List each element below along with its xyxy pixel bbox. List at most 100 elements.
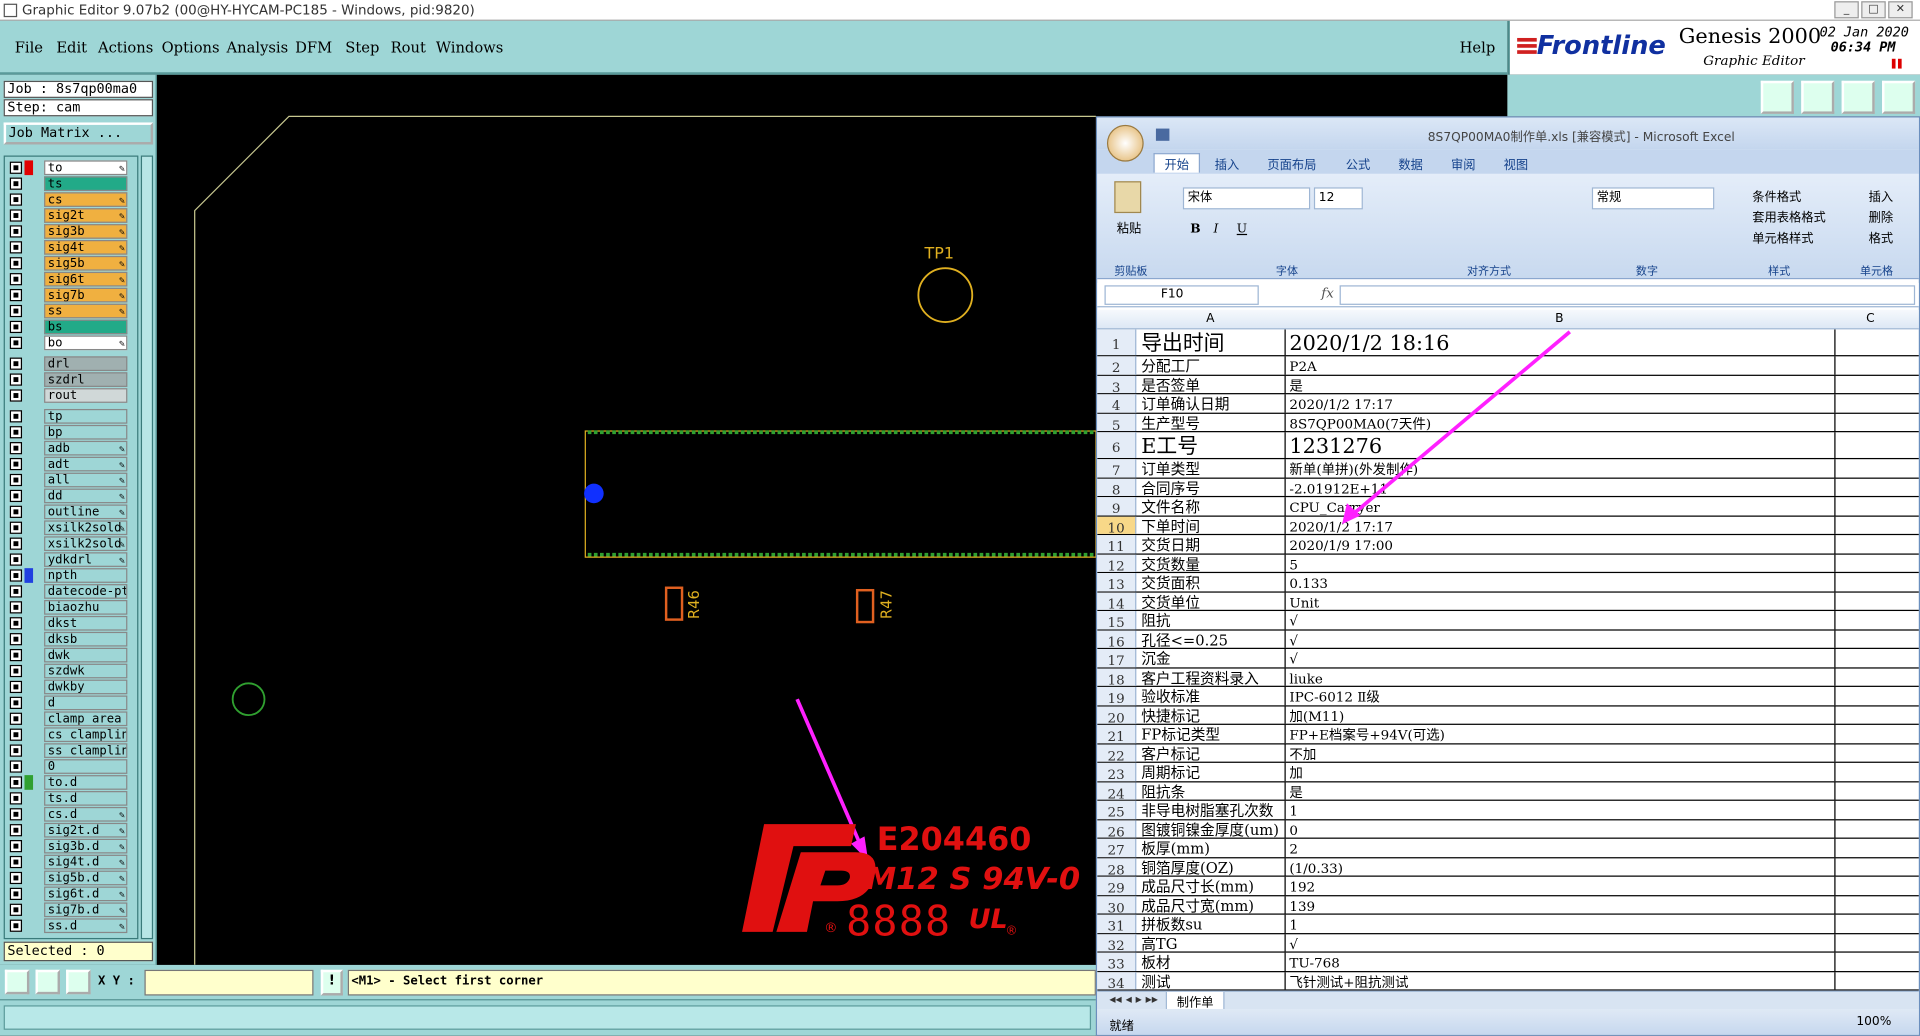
tab-page-layout[interactable]: 页面布局 (1267, 154, 1316, 172)
row-number[interactable]: 9 (1097, 497, 1137, 517)
cell-a[interactable]: 板材 (1139, 952, 1286, 971)
cell-a[interactable]: 阻抗 (1139, 611, 1286, 629)
layer-name[interactable]: dksb (44, 631, 128, 647)
layer-checkbox[interactable] (9, 257, 23, 270)
layer-row-rout[interactable]: rout (7, 388, 128, 403)
layer-checkbox[interactable] (9, 840, 23, 853)
row-number[interactable]: 21 (1097, 724, 1137, 744)
layer-row-sig5b.d[interactable]: sig5b.d ✎ (7, 870, 128, 886)
cell-a[interactable]: 客户工程资料录入 (1139, 667, 1286, 686)
layer-row-szdwk[interactable]: szdwk (7, 663, 128, 679)
cell-a[interactable]: 沉金 (1139, 648, 1286, 667)
layer-name[interactable]: xsilk2sold ✎ (44, 520, 128, 536)
table-row[interactable]: 1 导出时间 2020/1/2 18:16 (1097, 329, 1919, 357)
layer-checkbox[interactable] (9, 273, 23, 286)
cell-b[interactable]: 2020/1/9 17:00 (1287, 535, 1836, 553)
cell-b[interactable]: TU-768 (1287, 952, 1836, 971)
layer-row-sig3b[interactable]: sig3b ✎ (7, 224, 128, 239)
layer-checkbox[interactable] (9, 553, 23, 566)
cell-b[interactable]: 192 (1287, 876, 1836, 895)
layer-name[interactable]: adt ✎ (44, 456, 128, 472)
layer-row-dwk[interactable]: dwk (7, 647, 128, 663)
layer-checkbox[interactable] (9, 473, 23, 487)
layer-row-sig7b.d[interactable]: sig7b.d ✎ (7, 902, 128, 918)
cell-a[interactable]: 铜箔厚度(OZ) (1139, 857, 1286, 876)
delete-cells-button[interactable]: 删除 (1869, 207, 1893, 225)
paste-icon[interactable] (1114, 181, 1142, 214)
layer-name[interactable]: dwkby (44, 679, 128, 695)
table-row[interactable]: 7 订单类型 新单(单拼)(外发制作) (1097, 459, 1919, 479)
table-row[interactable]: 15 阻抗 √ (1097, 611, 1919, 631)
cell-a[interactable]: 客户标记 (1139, 743, 1286, 762)
layer-name[interactable]: ts (44, 176, 128, 192)
layer-row-to.d[interactable]: to.d (7, 775, 128, 790)
layer-checkbox[interactable] (9, 776, 23, 789)
cell-a[interactable]: 高TG (1139, 933, 1286, 952)
layer-checkbox[interactable] (9, 712, 23, 725)
table-row[interactable]: 8 合同序号 -2.01912E+11 (1097, 478, 1919, 498)
layer-row-ss_clampline[interactable]: ss_clampline (7, 743, 128, 758)
sheet-nav-icon[interactable]: ◂◂ ◂ ▸ ▸▸ (1109, 993, 1158, 1006)
layer-row-xsilk2sold[interactable]: xsilk2sold ✎ (7, 520, 128, 536)
cell-a[interactable]: 图镀铜镍金厚度(um) (1139, 819, 1286, 838)
cell-b[interactable]: 1 (1287, 800, 1836, 819)
tab-view[interactable]: 视图 (1504, 154, 1528, 172)
layer-name[interactable]: sig7b.d ✎ (44, 902, 128, 918)
layer-row-sig3b.d[interactable]: sig3b.d ✎ (7, 838, 128, 854)
table-row[interactable]: 18 客户工程资料录入 liuke (1097, 667, 1919, 688)
cell-a[interactable]: 成品尺寸宽(mm) (1139, 895, 1286, 914)
cell-a[interactable]: 拼板数su (1139, 914, 1286, 933)
cell-b[interactable]: IPC-6012 Ⅱ级 (1287, 686, 1836, 705)
layer-row-dkst[interactable]: dkst (7, 615, 128, 631)
cell-b[interactable]: 加(M11) (1287, 705, 1836, 724)
layer-name[interactable]: bo ✎ (44, 335, 128, 351)
menu-step[interactable]: Step (345, 39, 379, 56)
layer-row-bo[interactable]: bo ✎ (7, 335, 128, 351)
zoom-level[interactable]: 100% (1856, 1015, 1891, 1028)
open-icon[interactable] (1801, 80, 1835, 114)
cell-b[interactable]: 0 (1287, 819, 1836, 838)
cell-a[interactable]: 测试 (1139, 971, 1286, 990)
layer-name[interactable]: drl (44, 356, 128, 372)
row-number[interactable]: 10 (1097, 516, 1137, 536)
layer-checkbox[interactable] (9, 336, 23, 349)
layer-checkbox[interactable] (9, 373, 23, 386)
underline-icon[interactable]: U (1237, 223, 1247, 236)
grid-icon[interactable] (1882, 80, 1916, 114)
cell-b[interactable]: 1231276 (1287, 432, 1836, 458)
maximize-button[interactable]: □ (1861, 1, 1886, 19)
table-row[interactable]: 24 阻抗条是 (1097, 781, 1919, 801)
row-number[interactable]: 23 (1097, 762, 1137, 782)
layer-row-sig4t[interactable]: sig4t ✎ (7, 240, 128, 255)
layer-row-datecode-pt[interactable]: datecode-pt (7, 584, 128, 599)
tab-review[interactable]: 审阅 (1451, 154, 1475, 172)
table-row[interactable]: 12 交货数量 5 (1097, 554, 1919, 574)
cell-a[interactable]: 快捷标记 (1139, 705, 1286, 724)
cell-b[interactable]: √ (1287, 611, 1836, 629)
table-row[interactable]: 19 验收标准 IPC-6012 Ⅱ级 (1097, 686, 1919, 707)
layer-row-cs_clampline[interactable]: cs_clampline (7, 727, 128, 743)
cell-b[interactable]: 飞针测试+阻抗测试 (1287, 971, 1836, 990)
row-number[interactable]: 32 (1097, 933, 1137, 953)
layer-checkbox[interactable] (9, 357, 23, 370)
layer-name[interactable]: sig2t ✎ (44, 208, 128, 223)
conditional-format-button[interactable]: 条件格式 (1752, 186, 1801, 204)
layer-checkbox[interactable] (9, 457, 23, 471)
table-row[interactable]: 26 图镀铜镍金厚度(um) 0 (1097, 819, 1919, 839)
layer-checkbox[interactable] (9, 887, 23, 901)
cell-b[interactable]: 2020/1/2 17:17 (1287, 516, 1836, 534)
layer-name[interactable]: dd ✎ (44, 488, 128, 504)
layer-row-biaozhu[interactable]: biaozhu (7, 600, 128, 615)
table-row[interactable]: 28 铜箔厚度(OZ) (1/0.33) (1097, 857, 1919, 877)
tab-formulas[interactable]: 公式 (1346, 154, 1370, 172)
layer-name[interactable]: d (44, 695, 128, 711)
table-row[interactable]: 22 客户标记 不加 (1097, 743, 1919, 763)
row-number[interactable]: 27 (1097, 838, 1137, 858)
table-row[interactable]: 4 订单确认日期 2020/1/2 17:17 (1097, 394, 1919, 414)
layer-row-0[interactable]: 0 (7, 759, 128, 774)
table-row[interactable]: 3 是否签单是 (1097, 375, 1919, 395)
table-row[interactable]: 25 非导电树脂塞孔次数 1 (1097, 800, 1919, 820)
cell-a[interactable]: 订单确认日期 (1139, 394, 1286, 413)
layer-row-sig2t.d[interactable]: sig2t.d ✎ (7, 822, 128, 838)
alert-icon[interactable]: ! (320, 969, 343, 996)
